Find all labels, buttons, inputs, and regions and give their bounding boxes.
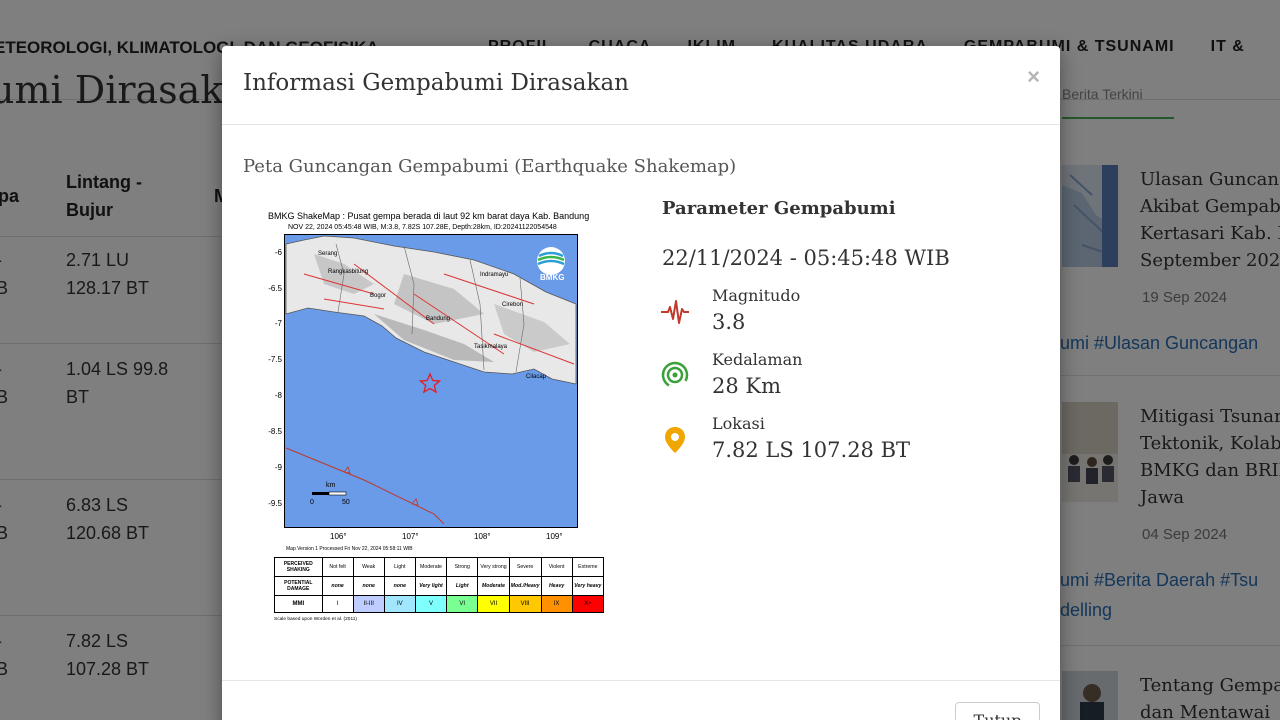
mmi-cell: IX [540, 595, 573, 613]
shaking-cell: Severe [508, 557, 542, 577]
city-label: Cirebon [502, 302, 524, 308]
lon-tick: 109° [546, 532, 563, 541]
shakemap-heading: Peta Guncangan Gempabumi (Earthquake Sha… [243, 156, 737, 177]
mmi-cell: V [414, 595, 448, 613]
modal-footer-divider [222, 680, 1060, 681]
bmkg-logo-text: BMKG [540, 273, 565, 282]
shaking-cell: Very strong [477, 557, 510, 577]
damage-cell: Very light [414, 576, 448, 596]
depth-label: Kedalaman [712, 350, 803, 369]
modal-header: Informasi Gempabumi Dirasakan × [222, 46, 1060, 125]
scale-label: km [326, 482, 336, 489]
lat-tick: -6 [274, 248, 282, 257]
mmi-cell: X+ [571, 595, 605, 613]
city-label: Serang [318, 251, 338, 257]
map-pin-icon [665, 427, 685, 453]
event-datetime: 22/11/2024 - 05:45:48 WIB [662, 246, 950, 270]
earthquake-info-modal: Informasi Gempabumi Dirasakan × Peta Gun… [222, 46, 1060, 720]
shakemap-title: BMKG ShakeMap : Pusat gempa berada di la… [268, 211, 590, 221]
lat-tick: -7.5 [268, 355, 282, 364]
damage-cell: none [383, 576, 416, 596]
lon-tick: 107° [402, 532, 419, 541]
lat-tick: -9 [274, 463, 282, 472]
close-button[interactable]: Tutup [955, 702, 1040, 720]
shaking-cell: Violent [540, 557, 573, 577]
modal-title: Informasi Gempabumi Dirasakan [243, 70, 629, 96]
lat-tick: -6.5 [268, 284, 282, 293]
damage-cell: Light [446, 576, 479, 596]
mmi-cell: VII [477, 595, 510, 613]
mmi-cell: I [321, 595, 354, 613]
lat-tick: -7 [274, 319, 282, 328]
depth-rings-icon [661, 361, 689, 389]
lat-tick: -9.5 [268, 499, 282, 508]
damage-cell: Moderate [477, 576, 510, 596]
mmi-cell: VIII [508, 595, 542, 613]
depth-value: 28 Km [712, 374, 781, 398]
city-label: Tasikmalaya [474, 344, 508, 350]
close-icon[interactable]: × [1027, 64, 1040, 90]
shaking-cell: Light [383, 557, 416, 577]
location-label: Lokasi [712, 414, 765, 433]
magnitude-label: Magnitudo [712, 286, 801, 305]
damage-cell: none [352, 576, 385, 596]
city-label: Bogor [370, 293, 387, 299]
shaking-cell: Extreme [571, 557, 605, 577]
shaking-cell: Strong [446, 557, 479, 577]
city-label: Indramayu [480, 272, 509, 278]
scale-tick: 0 [310, 499, 314, 506]
lat-tick: -8 [274, 391, 282, 400]
mmi-row-header: PERCEIVED SHAKING [274, 557, 323, 577]
mmi-cell: IV [383, 595, 416, 613]
damage-cell: none [321, 576, 354, 596]
shaking-cell: Not felt [321, 557, 354, 577]
damage-cell: Heavy [540, 576, 573, 596]
scale-note: Scale based upon Worden et al. (2011) [274, 617, 358, 622]
mmi-cell: VI [446, 595, 479, 613]
city-label: Rangkasbitung [328, 269, 369, 275]
magnitude-value: 3.8 [712, 310, 746, 334]
city-label: Bandung [426, 316, 451, 322]
mmi-row-header: MMI [274, 595, 323, 613]
mmi-row-header: POTENTIAL DAMAGE [274, 576, 323, 596]
shaking-cell: Moderate [414, 557, 448, 577]
shakemap-image: BMKG ShakeMap : Pusat gempa berada di la… [252, 208, 605, 628]
lon-tick: 108° [474, 532, 491, 541]
location-value: 7.82 LS 107.28 BT [712, 438, 911, 462]
lon-tick: 106° [330, 532, 347, 541]
lat-tick: -8.5 [268, 427, 282, 436]
damage-cell: Very heavy [571, 576, 605, 596]
mmi-cell: II-III [352, 595, 385, 613]
shaking-cell: Weak [352, 557, 385, 577]
parameter-title: Parameter Gempabumi [662, 198, 896, 219]
mmi-legend-table: PERCEIVED SHAKING Not felt Weak Light Mo… [274, 557, 605, 613]
damage-cell: Mod./Heavy [508, 576, 542, 596]
map-version: Map Version 1 Processed Fri Nov 22, 2024… [286, 546, 413, 552]
city-label: Cilacap [526, 374, 547, 380]
shakemap-subtitle: NOV 22, 2024 05:45:48 WIB, M:3.8, 7.82S … [288, 224, 557, 231]
scale-tick: 50 [342, 499, 350, 506]
seismograph-icon [661, 300, 689, 324]
